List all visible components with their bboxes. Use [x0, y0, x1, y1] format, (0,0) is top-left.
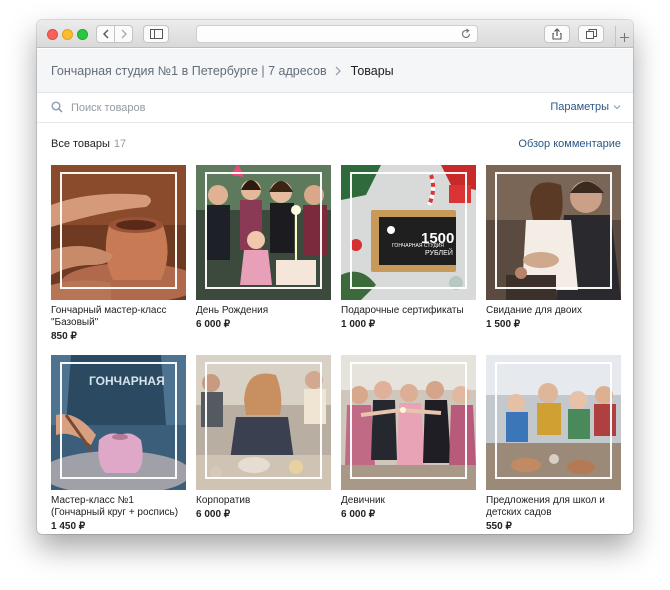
image-frame — [60, 362, 177, 479]
section-header: Все товары 17 Обзор комментарие — [51, 138, 621, 152]
forward-button[interactable] — [114, 25, 133, 43]
tabs-icon — [585, 29, 597, 39]
product-name[interactable]: Предложения для школ и детских садов — [486, 495, 621, 519]
product-image[interactable]: ГОНЧАРНАЯ СТУДИЯ 1500 РУБЛЕЙ — [341, 165, 476, 300]
product-image[interactable]: ГОНЧАРНАЯ — [51, 355, 186, 490]
product-name[interactable]: Мастер-класс №1 (Гончарный круг + роспис… — [51, 495, 186, 519]
product-name[interactable]: Корпоратив — [196, 495, 331, 507]
browser-window: Гончарная студия №1 в Петербурге | 7 адр… — [37, 20, 633, 534]
product-name[interactable]: Подарочные сертификаты — [341, 305, 476, 317]
product-image[interactable] — [51, 165, 186, 300]
chevron-down-icon — [613, 105, 621, 110]
product-price: 1 450 ₽ — [51, 521, 86, 532]
product-image[interactable] — [196, 165, 331, 300]
share-icon — [552, 28, 562, 40]
image-frame — [350, 362, 467, 479]
search-input[interactable] — [71, 99, 471, 117]
image-frame — [60, 172, 177, 289]
product-price: 6 000 ₽ — [196, 319, 231, 330]
new-tab-icon — [620, 32, 629, 42]
share-button[interactable] — [544, 25, 570, 43]
image-frame — [205, 172, 322, 289]
reviews-link[interactable]: Обзор комментарие — [518, 138, 621, 150]
product-price: 1 000 ₽ — [341, 319, 376, 330]
sidebar-button[interactable] — [143, 25, 169, 43]
forward-icon — [121, 29, 127, 39]
breadcrumb-current: Товары — [350, 63, 394, 78]
image-frame — [205, 362, 322, 479]
new-tab-button[interactable] — [615, 26, 633, 48]
section-title: Все товары — [51, 138, 110, 150]
minimize-window-button[interactable] — [62, 29, 73, 40]
chevron-right-icon — [335, 66, 343, 76]
close-window-button[interactable] — [47, 29, 58, 40]
browser-toolbar — [37, 20, 633, 48]
product-price: 6 000 ₽ — [341, 509, 376, 520]
search-icon — [51, 101, 63, 113]
image-frame — [350, 172, 467, 289]
params-dropdown[interactable]: Параметры — [550, 101, 621, 113]
product-price: 6 000 ₽ — [196, 509, 231, 520]
product-image[interactable] — [196, 355, 331, 490]
product-count: 17 — [113, 138, 127, 150]
product-price: 850 ₽ — [51, 331, 77, 342]
back-icon — [102, 29, 108, 39]
show-tabs-button[interactable] — [578, 25, 604, 43]
back-button[interactable] — [96, 25, 115, 43]
image-frame — [495, 362, 612, 479]
product-name[interactable]: Девичник — [341, 495, 476, 507]
product-name[interactable]: Гончарный мастер-класс "Базовый" — [51, 305, 186, 329]
zoom-window-button[interactable] — [77, 29, 88, 40]
product-name[interactable]: День Рождения — [196, 305, 331, 317]
product-image[interactable] — [486, 355, 621, 490]
breadcrumb-group-link[interactable]: Гончарная студия №1 в Петербурге | 7 адр… — [51, 64, 327, 78]
product-name[interactable]: Свидание для двоих — [486, 305, 621, 317]
product-image[interactable] — [486, 165, 621, 300]
params-label: Параметры — [550, 101, 609, 113]
breadcrumb: Гончарная студия №1 в Петербурге | 7 адр… — [37, 49, 633, 93]
search-bar: Параметры — [37, 93, 633, 123]
sidebar-icon — [149, 29, 163, 39]
product-price: 550 ₽ — [486, 521, 512, 532]
reload-icon[interactable] — [460, 28, 472, 40]
image-frame — [495, 172, 612, 289]
address-bar[interactable] — [196, 25, 478, 43]
product-price: 1 500 ₽ — [486, 319, 521, 330]
product-image[interactable] — [341, 355, 476, 490]
